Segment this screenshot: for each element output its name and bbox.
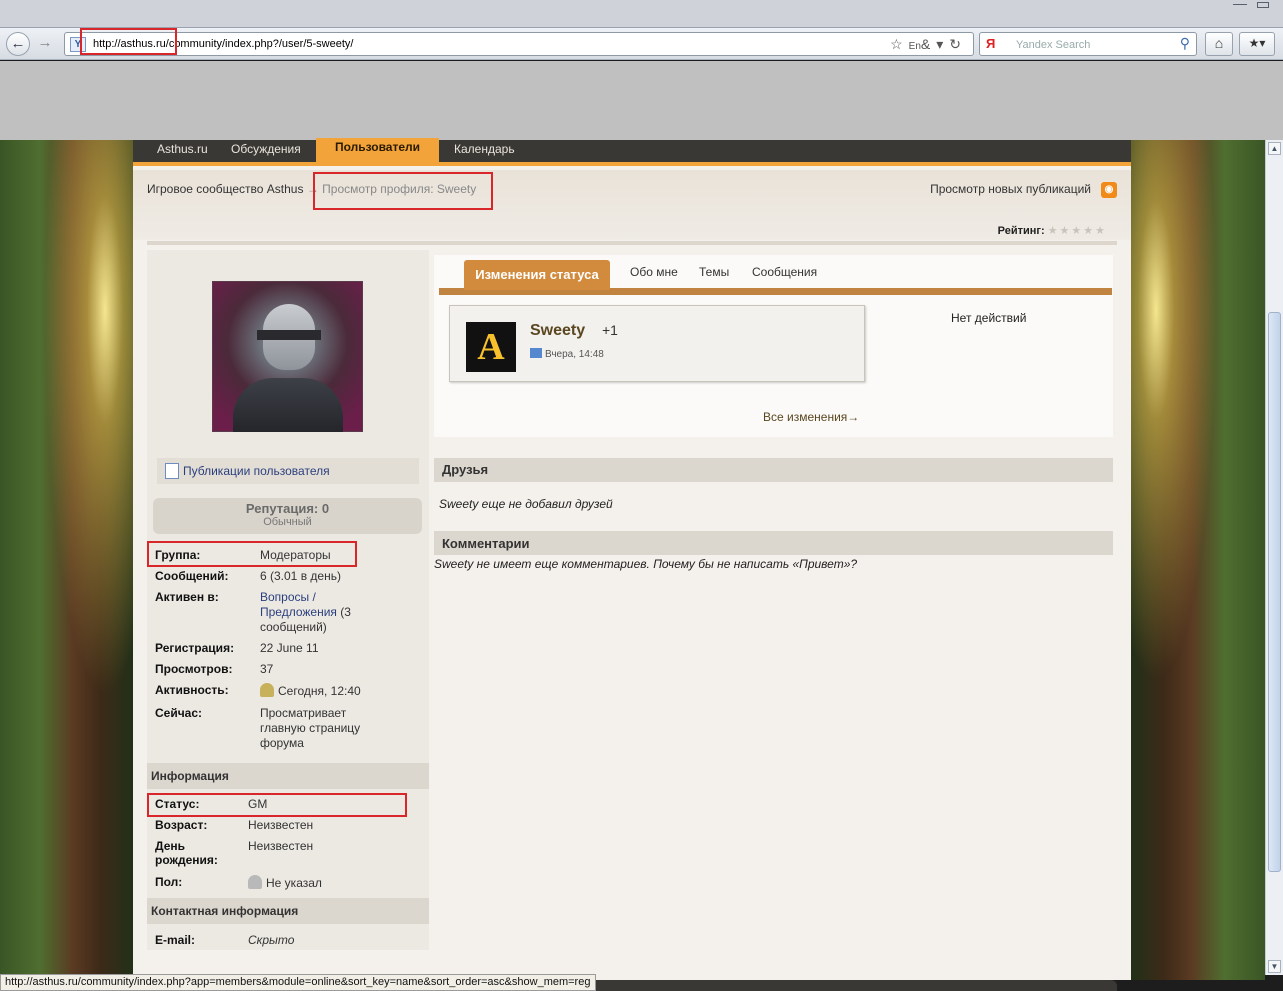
avatar-blindfold: [257, 330, 321, 340]
active-in-label: Активен в:: [155, 590, 219, 604]
checkmark-icon: [530, 348, 542, 358]
email-label: E-mail:: [155, 933, 196, 947]
tab-topics[interactable]: Темы: [699, 265, 729, 279]
contact-section-header: Контактная информация: [147, 898, 429, 924]
status-username-link[interactable]: Sweety: [530, 322, 585, 340]
birthday-label: День рождения:: [155, 839, 218, 867]
gender-label: Пол:: [155, 875, 183, 889]
breadcrumb-band: [133, 170, 1131, 240]
birthday-value: Неизвестен: [248, 839, 314, 853]
active-in-value: Вопросы / Предложения (3 сообщений): [260, 590, 380, 635]
comments-empty-text: Sweety не имеет еще комментариев. Почему…: [434, 557, 858, 571]
comments-section-header: Комментарии: [434, 531, 1113, 555]
document-icon: [165, 463, 179, 479]
reputation-box: Репутация: 0 Обычный: [153, 498, 422, 534]
status-highlight-box: [147, 793, 407, 817]
registered-value: 22 June 11: [260, 641, 319, 655]
gender-value: Не указал: [266, 876, 322, 890]
unknown-gender-icon: [248, 875, 262, 889]
profile-sidebar: Публикации пользователя Репутация: 0 Обы…: [147, 250, 429, 950]
status-reputation: +1: [602, 322, 618, 338]
activity-value-wrap: Сегодня, 12:40: [260, 683, 425, 699]
reputation-title: Репутация: 0: [245, 501, 330, 516]
now-value: Просматривает главную страницу форума: [260, 706, 361, 750]
views-value: 37: [260, 662, 274, 676]
home-icon[interactable]: ⌂: [1205, 32, 1233, 56]
left-lantern-decoration: [0, 140, 133, 980]
nav-item-asthus[interactable]: Asthus.ru: [157, 140, 208, 166]
browser-toolbar: ← → Y http://asthus.ru/community/index.p…: [0, 28, 1283, 60]
language-indicator: En: [908, 41, 921, 52]
nav-item-discussions[interactable]: Обсуждения: [231, 140, 301, 166]
nav-item-calendar[interactable]: Календарь: [454, 140, 515, 166]
forward-arrow-icon[interactable]: →: [33, 32, 57, 56]
posts-label: Сообщений:: [155, 569, 229, 583]
registered-label: Регистрация:: [155, 641, 235, 655]
address-bar[interactable]: Y http://asthus.ru/community/index.php?/…: [64, 32, 974, 56]
avatar: [212, 281, 363, 432]
info-section-header: Информация: [147, 763, 429, 789]
profile-tabs: Изменения статуса Обо мне Темы Сообщения: [434, 255, 1113, 295]
status-panel: Изменения статуса Обо мне Темы Сообщения…: [434, 255, 1113, 437]
rating-stars-icon[interactable]: ★★★★★: [1048, 225, 1107, 237]
maximize-icon[interactable]: [1257, 2, 1269, 8]
user-publications-label[interactable]: Публикации пользователя: [183, 464, 330, 478]
browser-titlebar: [0, 0, 1283, 28]
status-timestamp: Вчера, 14:48: [530, 348, 604, 360]
main-navigation: Asthus.ru Обсуждения Пользователи Календ…: [133, 138, 1131, 166]
status-time-text: Вчера, 14:48: [545, 349, 604, 360]
toolbar-placeholder-area: [0, 61, 1283, 140]
header-divider: [147, 241, 1117, 245]
scroll-down-icon[interactable]: ▼: [1268, 960, 1281, 973]
friends-empty-text: Sweety еще не добавил друзей: [439, 497, 613, 511]
url-highlight-box: [80, 28, 177, 55]
rss-icon[interactable]: ◉: [1101, 182, 1117, 198]
email-value: Скрыто: [248, 933, 295, 947]
avatar-body: [233, 378, 343, 432]
status-avatar-logo[interactable]: A: [466, 322, 516, 372]
tab-about-me[interactable]: Обо мне: [630, 265, 678, 279]
bookmark-star-icon[interactable]: ★▾: [1239, 32, 1275, 56]
yandex-logo-icon: Я: [986, 36, 996, 51]
posts-value: 6 (3.01 в день): [260, 569, 341, 583]
group-highlight-box: [147, 541, 357, 567]
gender-value-wrap: Не указал: [248, 875, 413, 891]
activity-label: Активность:: [155, 683, 229, 697]
page-scrollbar[interactable]: ▲ ▼: [1265, 140, 1283, 975]
scrollbar-thumb[interactable]: [1268, 312, 1281, 872]
browser-status-bar: http://asthus.ru/community/index.php?app…: [0, 974, 596, 991]
breadcrumb-root[interactable]: Игровое сообщество Asthus: [147, 182, 303, 196]
reputation-subtitle: Обычный: [263, 516, 312, 528]
address-bar-icons[interactable]: ☆En&▾↻: [890, 36, 967, 53]
search-placeholder[interactable]: Yandex Search: [1016, 39, 1090, 51]
age-label: Возраст:: [155, 818, 208, 832]
online-user-icon: [260, 683, 274, 697]
status-update-card: A Sweety +1 Вчера, 14:48: [449, 305, 865, 382]
search-box[interactable]: Я Yandex Search ⚲: [979, 32, 1197, 56]
now-label: Сейчас:: [155, 706, 203, 720]
user-publications-link[interactable]: Публикации пользователя: [157, 458, 419, 484]
tab-status-changes[interactable]: Изменения статуса: [464, 260, 610, 290]
age-value: Неизвестен: [248, 818, 314, 832]
views-label: Просмотров:: [155, 662, 233, 676]
breadcrumb-highlight-box: [313, 172, 493, 210]
activity-value: Сегодня, 12:40: [278, 684, 361, 698]
back-arrow-icon[interactable]: ←: [6, 32, 30, 56]
rating-label: Рейтинг:: [997, 225, 1045, 237]
nav-item-users[interactable]: Пользователи: [316, 138, 439, 166]
minimize-icon[interactable]: [1233, 4, 1247, 8]
rating: Рейтинг: ★★★★★: [998, 224, 1107, 237]
active-in-forum-link[interactable]: Вопросы / Предложения: [260, 590, 337, 619]
no-actions-text: Нет действий: [951, 311, 1027, 325]
scroll-up-icon[interactable]: ▲: [1268, 142, 1281, 155]
search-magnifier-icon[interactable]: ⚲: [1180, 35, 1190, 52]
friends-section-header: Друзья: [434, 458, 1113, 482]
right-lantern-decoration: [1131, 140, 1265, 980]
tab-posts[interactable]: Сообщения: [752, 265, 817, 279]
new-publications-link[interactable]: Просмотр новых публикаций: [930, 182, 1091, 196]
all-changes-link[interactable]: Все изменения→: [763, 410, 859, 424]
